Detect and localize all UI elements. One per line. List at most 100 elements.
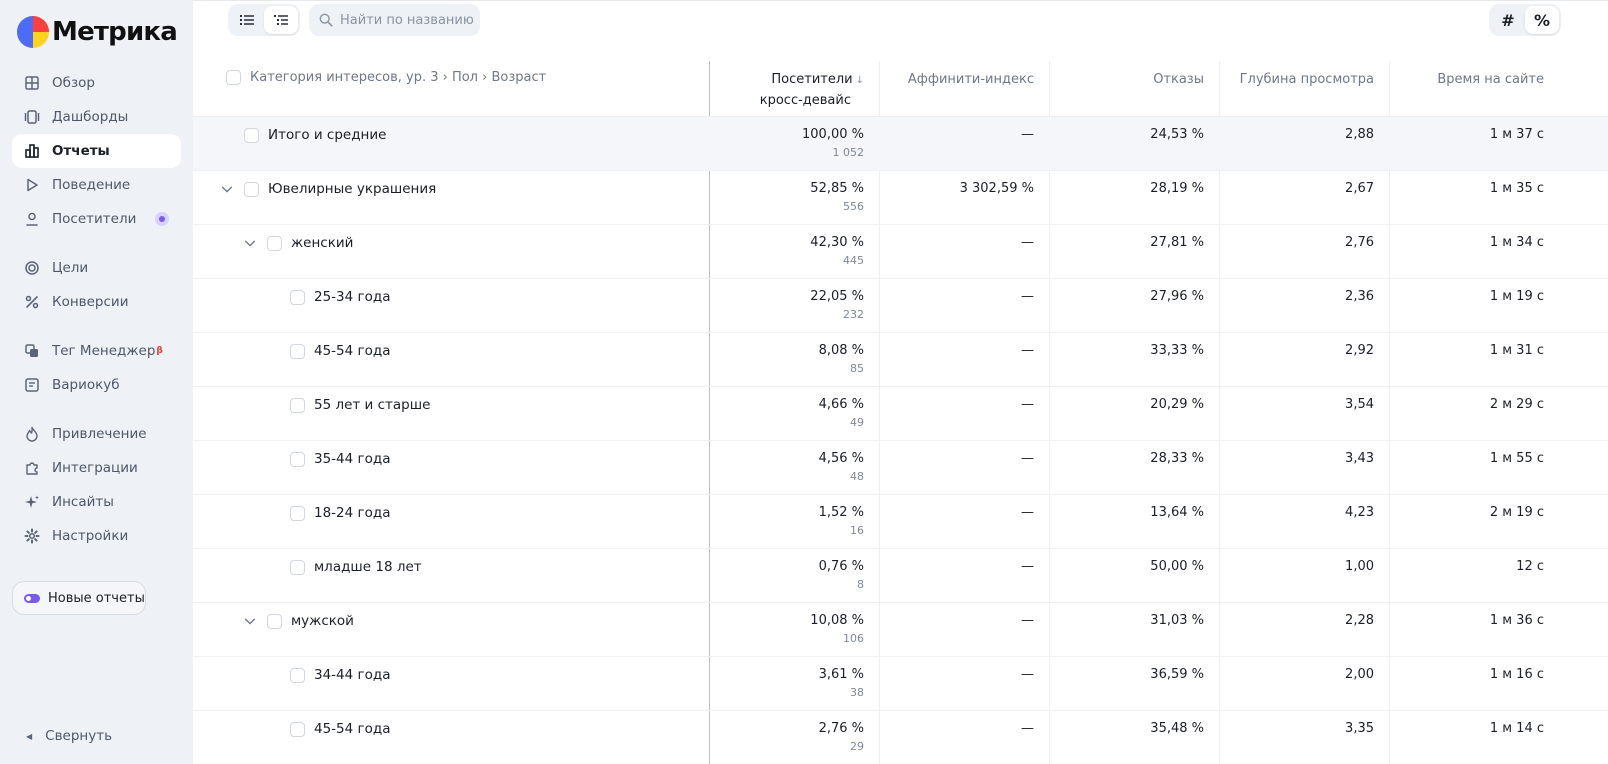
cell-time: 1 м 16 с [1490, 666, 1544, 684]
table-row[interactable]: женский 42,30 % 445 — 27,81 % 2,76 1 м 34 с [193, 225, 1608, 279]
chevron-down-icon[interactable] [242, 235, 258, 251]
sidebar-item-0[interactable]: Обзор [12, 66, 181, 100]
dimension-label[interactable]: 45-54 года [314, 721, 390, 737]
table-row[interactable]: мужской 10,08 % 106 — 31,03 % 2,28 1 м 36 с [193, 603, 1608, 657]
cell-bounce: 27,96 % [1150, 288, 1204, 306]
total-row[interactable]: Итого и средние 100,00 % 1 052 — 24,53 % 2,88… [193, 117, 1608, 171]
table-row[interactable]: 35-44 года 4,56 % 48 — 28,33 % 3,43 1 м 55 с [193, 441, 1608, 495]
cell-affinity: — [1021, 504, 1034, 522]
dimension-label[interactable]: 45-54 года [314, 343, 390, 359]
dimension-header-label[interactable]: Категория интересов, ур. 3 › Пол › Возра… [250, 70, 546, 85]
column-header-time[interactable]: Время на сайте [1437, 70, 1544, 90]
list-icon [240, 15, 254, 25]
row-checkbox[interactable] [244, 181, 259, 197]
value-format-toggle: # % [1489, 4, 1561, 36]
percent-values-button[interactable]: % [1525, 6, 1559, 34]
absolute-values-button[interactable]: # [1491, 6, 1525, 34]
column-header-affinity[interactable]: Аффинити-индекс [908, 70, 1034, 90]
row-checkbox[interactable] [290, 289, 305, 305]
table-row[interactable]: младше 18 лет 0,76 % 8 — 50,00 % 1,00 12 с [193, 549, 1608, 603]
dimension-label[interactable]: 35-44 года [314, 451, 390, 467]
column-header-visitors[interactable]: Посетители ↓ кросс-девайс [760, 70, 864, 111]
table-row[interactable]: 55 лет и старше 4,66 % 49 — 20,29 % 3,54 2 м 2… [193, 387, 1608, 441]
row-checkbox[interactable] [290, 397, 305, 413]
cell-visitors-value: 22,05 % [810, 289, 864, 304]
dimension-label[interactable]: 25-34 года [314, 289, 390, 305]
flat-list-view-button[interactable] [230, 6, 264, 34]
cell-visitors: 8,08 % 85 [819, 342, 864, 378]
row-checkbox[interactable] [290, 667, 305, 683]
notification-dot-icon [155, 212, 169, 226]
sidebar-item-7[interactable]: Тег Менеджер β [12, 334, 181, 368]
dimension-label[interactable]: Итого и средние [268, 127, 386, 143]
chevron-down-icon[interactable] [242, 613, 258, 629]
table-row[interactable]: 25-34 года 22,05 % 232 — 27,96 % 2,36 1 м 19 с [193, 279, 1608, 333]
dimension-label[interactable]: мужской [291, 613, 354, 629]
select-all-checkbox[interactable] [226, 70, 241, 85]
sidebar-item-8[interactable]: Вариокуб [12, 368, 181, 402]
column-header-depth[interactable]: Глубина просмотра [1240, 70, 1374, 90]
sidebar-item-10[interactable]: Интеграции [12, 451, 181, 485]
dimension-label[interactable]: младше 18 лет [314, 559, 422, 575]
cell-depth: 2,36 [1345, 288, 1374, 306]
puzzle-icon [24, 460, 40, 476]
row-checkbox[interactable] [267, 235, 282, 251]
column-header-bounce[interactable]: Отказы [1153, 70, 1204, 90]
dimension-label[interactable]: женский [291, 235, 353, 251]
dimension-cell: Ювелирные украшения [219, 180, 436, 198]
table-row[interactable]: 18-24 года 1,52 % 16 — 13,64 % 4,23 2 м 19 с [193, 495, 1608, 549]
sidebar-item-2[interactable]: Отчеты [12, 134, 181, 168]
cell-affinity: — [1021, 234, 1034, 252]
cell-visitors-absolute: 85 [850, 362, 864, 375]
sidebar-item-12[interactable]: Настройки [12, 519, 181, 553]
table-row[interactable]: 45-54 года 8,08 % 85 — 33,33 % 2,92 1 м 31 с [193, 333, 1608, 387]
row-checkbox[interactable] [290, 343, 305, 359]
user-icon [24, 211, 40, 227]
table-row[interactable]: 45-54 года 2,76 % 29 — 35,48 % 3,35 1 м 14 с [193, 711, 1608, 764]
cell-time-value: 12 с [1516, 559, 1544, 574]
cell-visitors-absolute: 1 052 [832, 146, 865, 159]
dimension-cell: 34-44 года [290, 666, 390, 684]
sidebar-item-label: Цели [52, 260, 89, 276]
row-checkbox[interactable] [244, 127, 259, 143]
dimension-cell: 45-54 года [290, 720, 390, 738]
sidebar-item-label: Настройки [52, 528, 129, 544]
collapse-sidebar-button[interactable]: ◀ Свернуть [26, 728, 112, 744]
sidebar-item-label: Дашборды [52, 109, 129, 125]
tree-view-button[interactable] [264, 6, 298, 34]
dimension-label[interactable]: 18-24 года [314, 505, 390, 521]
search-input[interactable] [340, 12, 475, 28]
dimension-label[interactable]: 55 лет и старше [314, 397, 430, 413]
sidebar-item-11[interactable]: Инсайты [12, 485, 181, 519]
cell-bounce-value: 28,19 % [1150, 181, 1204, 196]
new-reports-toggle[interactable]: Новые отчеты [12, 581, 146, 615]
cell-depth-value: 3,54 [1345, 397, 1374, 412]
sidebar-item-9[interactable]: Привлечение [12, 417, 181, 451]
cell-visitors: 52,85 % 556 [810, 180, 864, 216]
sidebar-item-3[interactable]: Поведение [12, 168, 181, 202]
table-row[interactable]: 34-44 года 3,61 % 38 — 36,59 % 2,00 1 м 16 с [193, 657, 1608, 711]
row-checkbox[interactable] [290, 505, 305, 521]
dimension-label[interactable]: Ювелирные украшения [268, 181, 436, 197]
cell-bounce-value: 24,53 % [1150, 127, 1204, 142]
table-row[interactable]: Ювелирные украшения 52,85 % 556 3 302,59 % 2… [193, 171, 1608, 225]
row-checkbox[interactable] [290, 559, 305, 575]
gear-icon [24, 528, 40, 544]
row-checkbox[interactable] [267, 613, 282, 629]
cell-visitors-value: 4,56 % [818, 451, 864, 466]
cell-time: 2 м 19 с [1490, 504, 1544, 522]
sidebar-item-6[interactable]: Конверсии [12, 285, 181, 319]
cell-visitors-value: 1,52 % [818, 505, 864, 520]
logo[interactable]: Метрика [17, 16, 178, 48]
dashboards-icon [24, 109, 40, 125]
chevron-down-icon[interactable] [219, 181, 235, 197]
dimension-label[interactable]: 34-44 года [314, 667, 390, 683]
sidebar-item-4[interactable]: Посетители [12, 202, 181, 236]
sidebar-item-5[interactable]: Цели [12, 251, 181, 285]
row-checkbox[interactable] [290, 451, 305, 467]
cell-affinity: — [1021, 450, 1034, 468]
cell-visitors-value: 100,00 % [802, 127, 864, 142]
sidebar-item-1[interactable]: Дашборды [12, 100, 181, 134]
cell-time: 1 м 14 с [1490, 720, 1544, 738]
row-checkbox[interactable] [290, 721, 305, 737]
